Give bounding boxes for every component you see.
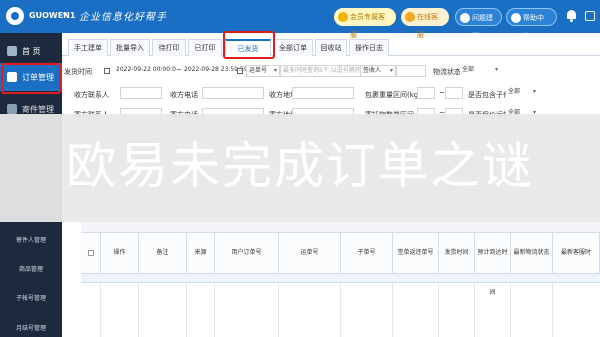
column-divider bbox=[475, 283, 511, 337]
logistics-status-label: 物流状态 bbox=[433, 68, 461, 76]
package-icon bbox=[7, 104, 17, 114]
column-header: 运单号 bbox=[279, 233, 341, 273]
vip-service-label: 会员专属客服 bbox=[350, 13, 385, 39]
column-header: 发货时间 bbox=[439, 233, 475, 273]
online-service-label: 在线客服 bbox=[417, 13, 438, 39]
select-all-header bbox=[81, 233, 101, 273]
column-header: 用户订单号 bbox=[215, 233, 279, 273]
bell-icon[interactable] bbox=[566, 10, 577, 22]
online-service-button[interactable]: 在线客服 bbox=[401, 8, 449, 39]
home-icon bbox=[7, 46, 17, 56]
column-divider bbox=[279, 283, 341, 337]
column-divider bbox=[139, 283, 187, 337]
receiver-label: 收方联系人 bbox=[74, 91, 109, 99]
slogan: 企业信息化好帮手 bbox=[79, 12, 167, 23]
signer-select[interactable]: 签收人 bbox=[360, 65, 396, 77]
signer-input[interactable] bbox=[396, 65, 426, 77]
vip-service-button[interactable]: 会员专属客服 bbox=[334, 8, 396, 39]
account-name[interactable]: GUOWEN1 bbox=[29, 11, 75, 20]
column-header: 子单号 bbox=[341, 233, 393, 273]
column-header: 备注 bbox=[139, 233, 187, 273]
highlight-orders bbox=[1, 63, 61, 94]
include-sub-label: 是否包含子件 bbox=[468, 91, 510, 99]
column-divider bbox=[101, 283, 139, 337]
column-header: 最新客服时 bbox=[553, 233, 600, 273]
column-divider bbox=[187, 283, 215, 337]
top-bar: GUOWEN1 ▾ 企业信息化好帮手 会员专属客服 在线客服 问题建议 帮助中心… bbox=[0, 0, 600, 40]
feedback-button[interactable]: 问题建议 bbox=[455, 8, 502, 40]
column-divider bbox=[81, 283, 101, 337]
column-header: 预计到达时间 bbox=[475, 233, 511, 296]
sidebar-sub-monthly[interactable]: 月结号管理 bbox=[0, 323, 62, 332]
column-header: 签单返还单号 bbox=[393, 233, 439, 273]
calendar-icon[interactable] bbox=[104, 68, 110, 74]
receiver-phone-label: 收方电话 bbox=[170, 91, 198, 99]
tab-bar: 手工建单 批量导入 待打印 已打印 已发货 全部订单 回收站 操作日志 bbox=[62, 38, 600, 56]
send-time-label: 发货时间 bbox=[64, 68, 92, 76]
tab-operation-log[interactable]: 操作日志 bbox=[349, 39, 389, 56]
tab-manual[interactable]: 手工建单 bbox=[68, 39, 108, 56]
column-divider bbox=[341, 283, 393, 337]
sidebar-item-home[interactable]: 首 页 bbox=[0, 37, 62, 65]
overlay-title: 欧易未完成订单之谜 bbox=[66, 137, 534, 195]
column-divider bbox=[393, 283, 439, 337]
filter-panel: 发货时间 2022-09-22 00:00:00 ~ 2022-09-28 23… bbox=[62, 60, 600, 120]
tab-to-print[interactable]: 待打印 bbox=[152, 39, 186, 56]
date-from-input[interactable]: 2022-09-22 00:00:00 bbox=[114, 65, 176, 77]
highlight-shipped-tab bbox=[223, 31, 275, 59]
include-sub-select[interactable]: 全部 bbox=[506, 87, 538, 99]
weight-min-input[interactable] bbox=[417, 87, 435, 99]
tab-printed[interactable]: 已打印 bbox=[188, 39, 222, 56]
column-header: 来源 bbox=[187, 233, 215, 273]
help-center-button[interactable]: 帮助中心 ▾ bbox=[506, 8, 557, 40]
table-row[interactable] bbox=[81, 273, 600, 283]
select-all-checkbox[interactable] bbox=[88, 250, 94, 256]
help-icon bbox=[511, 13, 521, 23]
weight-range-label: 包裹重量区间(kg) bbox=[365, 91, 421, 99]
logistics-status-select[interactable]: 全部 bbox=[460, 65, 500, 77]
receiver-phone-input[interactable] bbox=[202, 87, 264, 99]
weight-max-input[interactable] bbox=[445, 87, 463, 99]
column-header: 最新物流状态 bbox=[511, 233, 553, 273]
tab-all-orders[interactable]: 全部订单 bbox=[273, 39, 313, 56]
sidebar-item-label: 首 页 bbox=[22, 47, 41, 56]
help-center-label: 帮助中心 ▾ bbox=[523, 14, 544, 40]
column-divider bbox=[511, 283, 553, 337]
chat-icon bbox=[405, 12, 415, 22]
sidebar-sub-sender[interactable]: 寄件人管理 bbox=[0, 235, 62, 244]
tab-batch-import[interactable]: 批量导入 bbox=[110, 39, 150, 56]
title-overlay: 欧易未完成订单之谜 bbox=[0, 114, 600, 222]
feedback-icon bbox=[460, 13, 470, 23]
sidebar-sub-subaccount[interactable]: 子帐号管理 bbox=[0, 293, 62, 302]
feedback-label: 问题建议 bbox=[472, 14, 493, 40]
tab-recycle[interactable]: 回收站 bbox=[315, 39, 347, 56]
receiver-input[interactable] bbox=[120, 87, 162, 99]
column-header: 操作 bbox=[101, 233, 139, 273]
logo-icon bbox=[6, 7, 24, 25]
column-divider bbox=[215, 283, 279, 337]
headset-icon bbox=[338, 12, 348, 22]
fullscreen-icon[interactable] bbox=[585, 11, 595, 21]
date-separator: ~ bbox=[176, 66, 182, 74]
orders-table: 操作 备注 来源 用户订单号 运单号 子单号 签单返还单号 发货时间 预计到达时… bbox=[81, 232, 600, 337]
weight-separator: ~ bbox=[439, 89, 445, 97]
horizontal-scrollbar[interactable] bbox=[81, 222, 600, 232]
receiver-address-input[interactable] bbox=[292, 87, 354, 99]
column-divider bbox=[439, 283, 475, 337]
account-dropdown-icon[interactable]: ▾ bbox=[63, 10, 67, 19]
calendar-icon[interactable] bbox=[237, 68, 243, 74]
waybill-type-select[interactable]: 运单号 bbox=[246, 65, 280, 77]
sidebar-sub-goods[interactable]: 商品管理 bbox=[0, 264, 62, 273]
